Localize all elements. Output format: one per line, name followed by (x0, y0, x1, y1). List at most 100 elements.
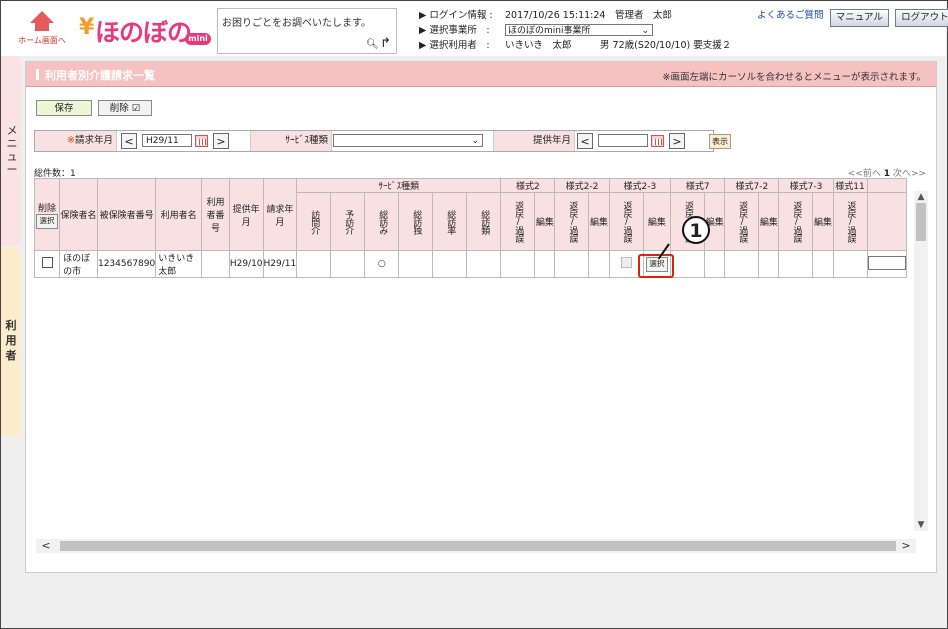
calendar-icon[interactable] (651, 135, 664, 147)
provide-month-input[interactable] (598, 134, 648, 147)
th-return-label: 返戻/過誤 (567, 201, 578, 242)
page-title: 利用者別介護請求一覧 (36, 67, 155, 83)
chevron-down-icon: ⌄ (471, 136, 479, 146)
th-kind: 総訪み (364, 192, 400, 251)
provide-month-next-button[interactable]: > (669, 133, 685, 149)
claim-month-prev-button[interactable]: < (121, 133, 137, 149)
scroll-left-icon[interactable]: < (38, 539, 54, 553)
display-button[interactable]: 表示 (709, 134, 731, 149)
th-kind-label: 訪問介 (309, 209, 320, 234)
sidebar-user-tab[interactable]: 利用者 (1, 248, 21, 436)
cell-return (500, 250, 536, 278)
login-info-value: 2017/10/26 15:11:24 管理者 太郎 (505, 10, 672, 21)
calendar-icon[interactable] (195, 135, 208, 147)
manual-button[interactable]: マニュアル (829, 9, 889, 27)
faq-link[interactable]: よくあるご質問 (757, 10, 824, 21)
go-arrow-icon[interactable]: ↱ (380, 36, 391, 51)
row-extra-input[interactable] (868, 255, 906, 270)
claim-month-input[interactable]: H29/11 (142, 134, 192, 147)
th-kind: 総訪独 (398, 192, 434, 251)
user-value: いきいき 太郎 男 72歳(S20/10/10) 要支援２ (505, 40, 732, 51)
chevron-down-icon: ⌄ (641, 26, 649, 36)
save-button[interactable]: 保存 (36, 100, 92, 116)
delete-button[interactable]: 削除 ☑ (98, 100, 152, 116)
th-kind: 総訪類 (466, 192, 502, 251)
app-logo: ¥ ほのぼの mini (73, 11, 213, 47)
select-all-button[interactable]: 選択 (36, 213, 59, 229)
cell-kind (466, 250, 502, 278)
cell-return (778, 250, 814, 278)
th-return: 返戻/過誤 (832, 192, 868, 251)
th-return: 返戻/過誤 (608, 192, 644, 251)
claim-month-next-button[interactable]: > (213, 133, 229, 149)
th-form-group: 様式2-3 (608, 178, 672, 193)
scroll-up-icon[interactable]: ▲ (914, 191, 928, 203)
title-bar: 利用者別介護請求一覧 ※画面左端にカーソルを合わせるとメニューが表示されます。 (26, 62, 936, 87)
sprout-icon: ¥ (79, 15, 95, 40)
horizontal-scrollbar[interactable]: < > (36, 539, 916, 553)
cell-insurer: ほのぼの市 (59, 250, 98, 278)
menu-hint: ※画面左端にカーソルを合わせるとメニューが表示されます。 (662, 72, 926, 83)
home-label: ホーム画面へ (18, 36, 66, 45)
office-select[interactable]: ほのぼのmini事業所 ⌄ (505, 24, 653, 36)
home-icon-base (35, 23, 49, 31)
home-button[interactable]: ホーム画面へ (15, 9, 69, 49)
th-kind: 訪問介 (296, 192, 332, 251)
th-form-group: 様式7-2 (724, 178, 780, 193)
th-kind-label: 総訪率 (445, 209, 456, 234)
logout-button[interactable]: ログアウト (895, 9, 948, 27)
th-return-label: 返戻/過誤 (621, 201, 632, 242)
th-user-no: 利用者番号 (201, 178, 230, 251)
table-row: ほのぼの市 1234567890 いきいき 太郎 H29/10 H29/11 ○ (34, 250, 907, 278)
th-edit: 編集 (534, 192, 556, 251)
th-return: 返戻/過誤 (500, 192, 536, 251)
user-label: ▶ 選択利用者 : (419, 40, 490, 51)
cell-edit (588, 250, 610, 278)
login-info-label: ▶ ログイン情報 : (419, 10, 493, 21)
th-form-group: 様式2 (500, 178, 556, 193)
cell-return (554, 250, 590, 278)
th-return: 返戻/過誤 (778, 192, 814, 251)
vertical-scrollbar[interactable]: ▲ ▼ (914, 191, 928, 531)
search-icon[interactable]: 🔍︎ (366, 39, 379, 50)
provide-month-prev-button[interactable]: < (577, 133, 593, 149)
th-return-label: 返戻/過誤 (513, 201, 524, 242)
th-insured-no: 被保険者番号 (96, 178, 157, 251)
help-search-box[interactable]: お困りごとをお調べいたします。 🔍︎ ↱ (217, 8, 397, 54)
th-kind: 予訪介 (330, 192, 366, 251)
vertical-scroll-thumb[interactable] (916, 203, 926, 241)
cell-kind (432, 250, 468, 278)
claim-table: 削除 選択 保険者名 被保険者番号 利用者名 利用者番号 提供年月 請求年月 ｻｰ… (34, 178, 907, 278)
th-kind-label: 総訪み (377, 209, 388, 234)
th-kind: 総訪率 (432, 192, 468, 251)
th-form-group: 様式7-3 (778, 178, 834, 193)
cell-insured-no: 1234567890 (96, 250, 157, 278)
header: ホーム画面へ ¥ ほのぼの mini お困りごとをお調べいたします。 🔍︎ ↱ … (1, 1, 948, 56)
th-insurer: 保険者名 (59, 178, 98, 251)
office-select-value: ほのぼのmini事業所 (508, 26, 591, 36)
service-type-label: ｻｰﾋﾞｽ種類 (250, 131, 332, 151)
th-return: 返戻/過誤 (554, 192, 590, 251)
cell-return (724, 250, 760, 278)
service-type-select[interactable]: ⌄ (333, 134, 483, 147)
th-kind-label: 総訪類 (479, 209, 490, 234)
th-return-label: 返戻/過誤 (845, 201, 856, 242)
scroll-down-icon[interactable]: ▼ (914, 519, 928, 531)
cell-kind (330, 250, 366, 278)
scroll-right-icon[interactable]: > (898, 539, 914, 553)
required-mark: ※ (67, 135, 75, 146)
help-search-placeholder: お困りごとをお調べいたします。 (222, 18, 371, 29)
row-delete-checkbox[interactable] (41, 257, 53, 268)
sidebar-menu-tab[interactable]: メニュー (1, 56, 21, 246)
logo-text: ほのぼの (95, 18, 192, 47)
th-delete: 削除 選択 (34, 178, 61, 251)
callout-highlight (638, 254, 674, 278)
cell-claim-month: H29/11 (262, 250, 298, 278)
callout-number: 1 (682, 216, 710, 244)
main-panel: 利用者別介護請求一覧 ※画面左端にカーソルを合わせるとメニューが表示されます。 … (25, 61, 937, 573)
cell-kind (296, 250, 332, 278)
cell-edit (812, 250, 834, 278)
horizontal-scroll-thumb[interactable] (60, 541, 896, 551)
row-delete-cell (34, 250, 61, 278)
search-conditions: ※請求年月 < H29/11 > ｻｰﾋﾞｽ種類 ⌄ 提供年月 < > (34, 130, 714, 152)
